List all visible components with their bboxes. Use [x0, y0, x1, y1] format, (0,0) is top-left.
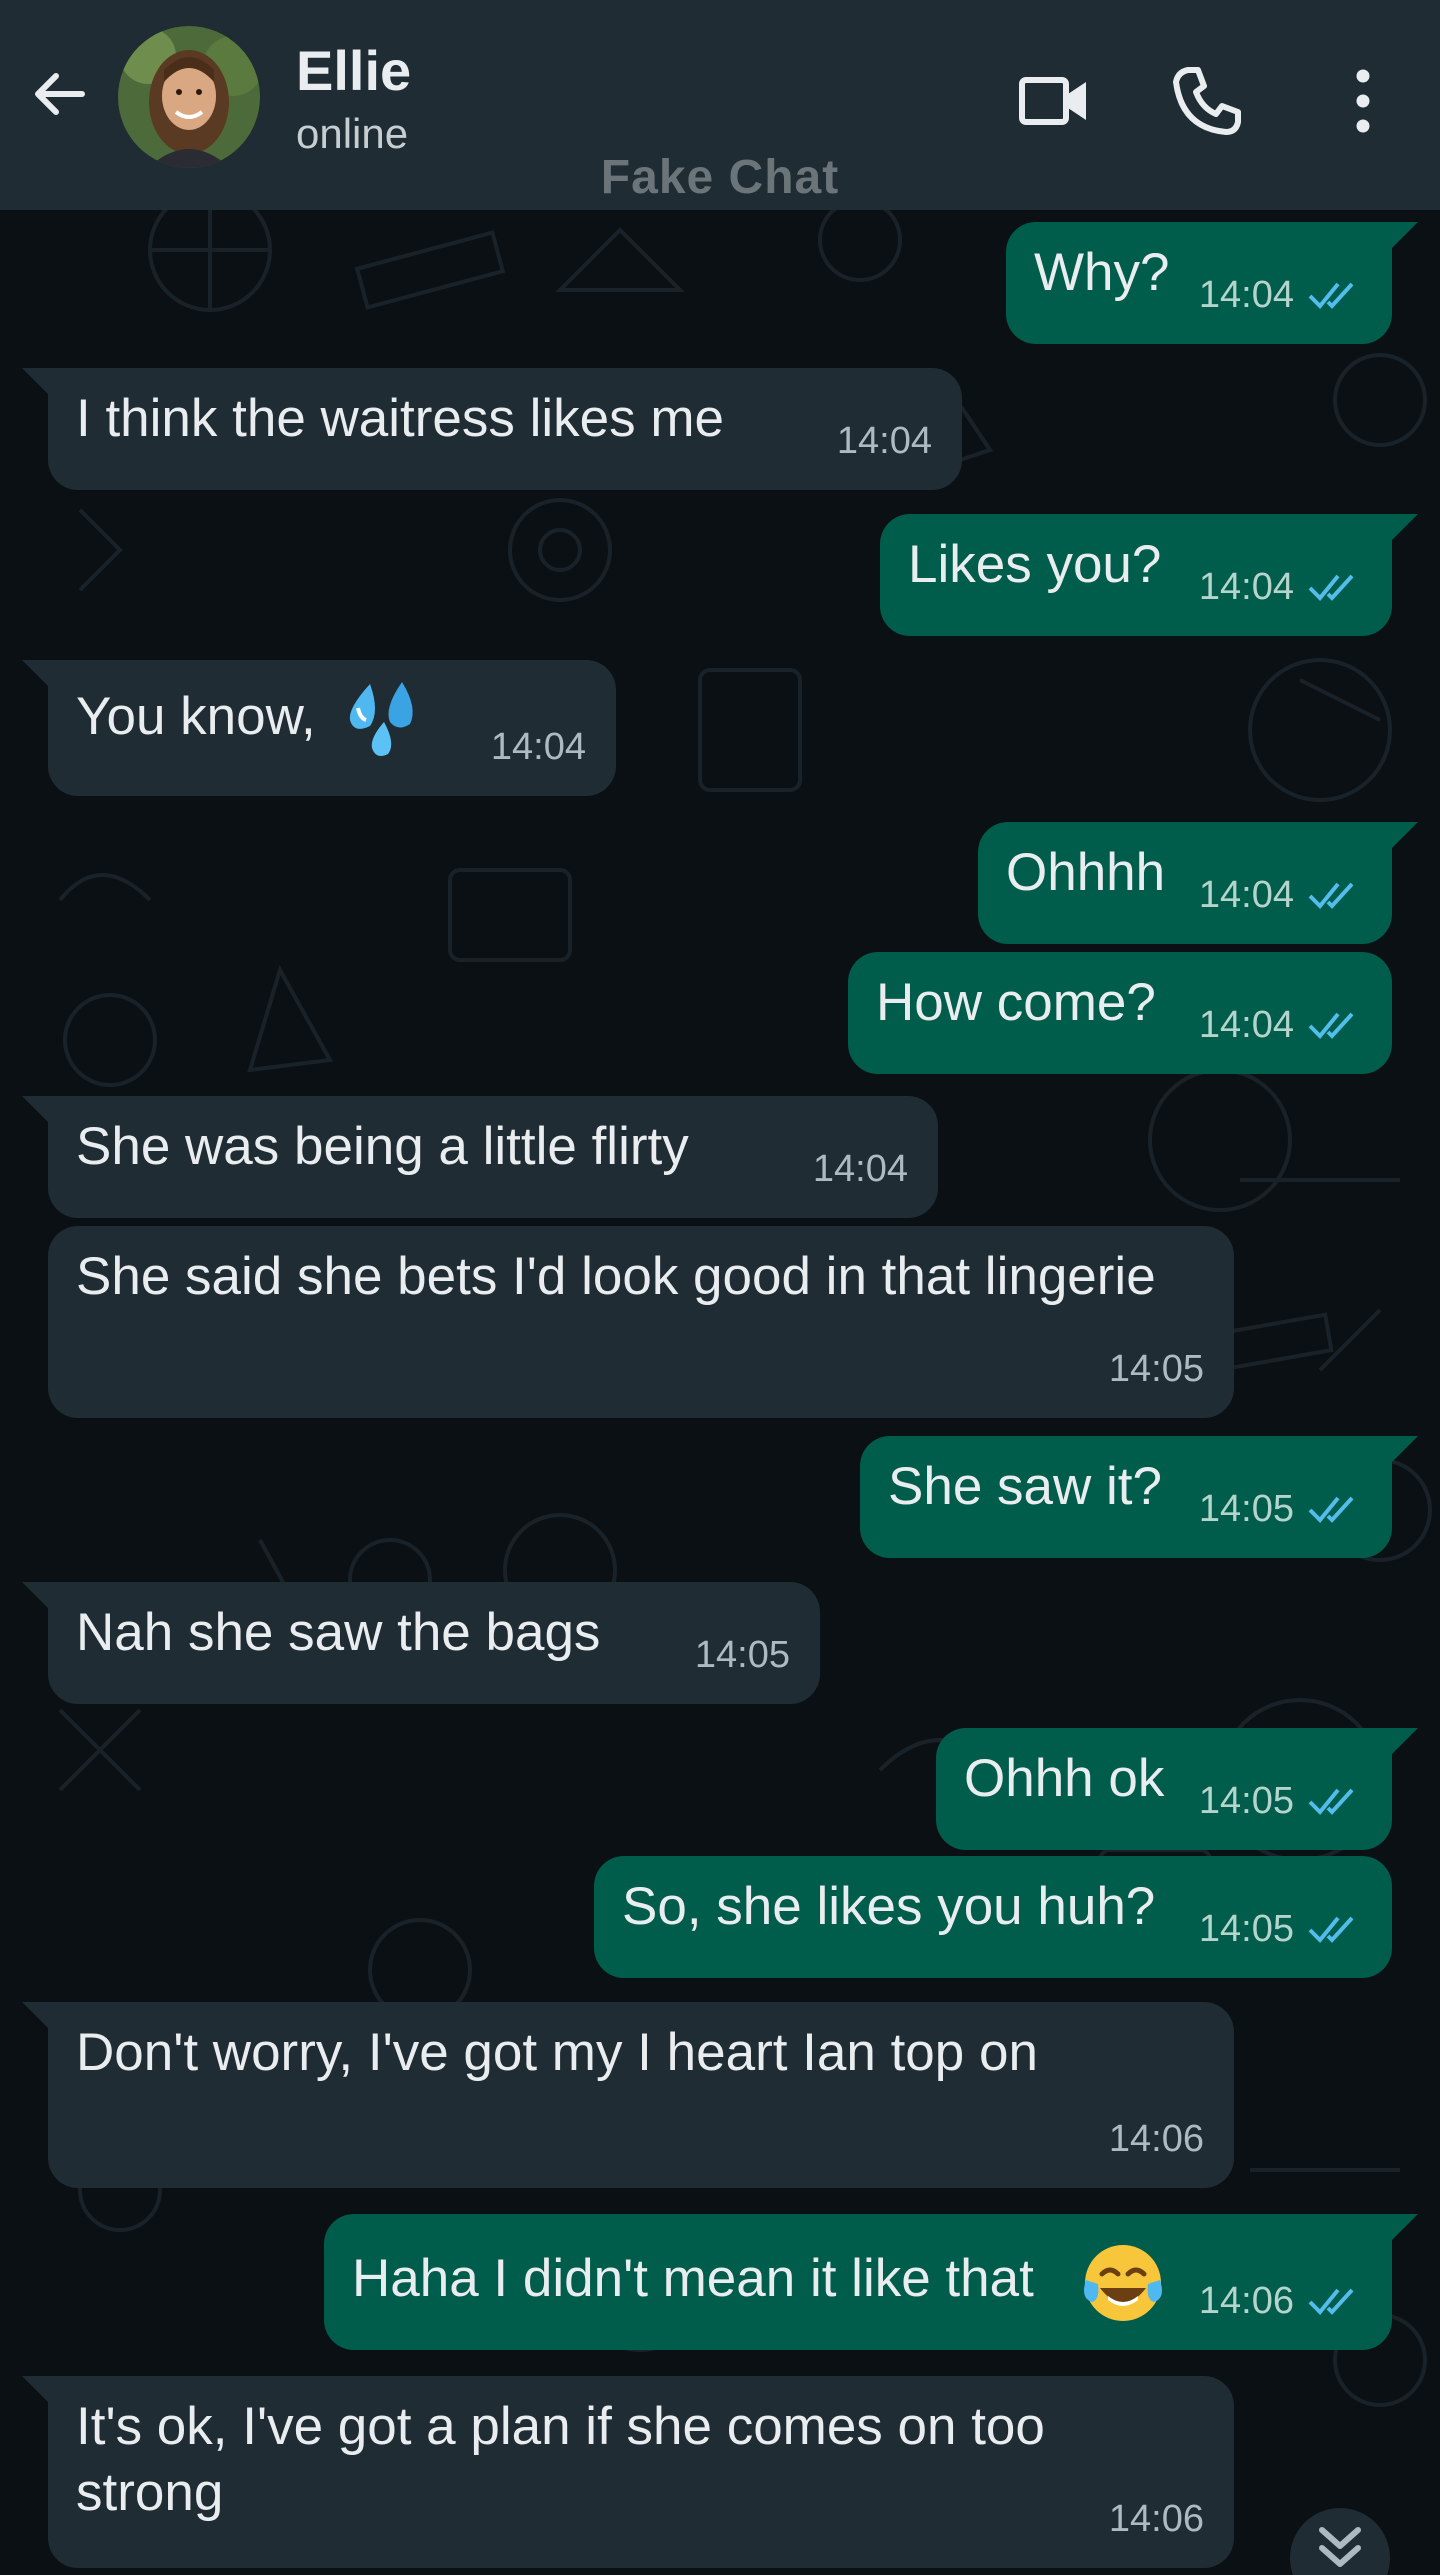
message-time: 14:06	[1108, 2498, 1204, 2540]
double-chevron-down-icon	[1319, 2527, 1361, 2567]
message-text: Why?	[1034, 243, 1170, 302]
tears-of-joy-emoji	[1084, 2245, 1162, 2321]
double-check-read-icon	[1308, 1012, 1354, 1039]
message-bubble-incoming[interactable]: She said she bets I'd look good in that …	[48, 1226, 1234, 1418]
message-bubble-outgoing[interactable]: She saw it? 14:05	[860, 1436, 1418, 1558]
contact-name[interactable]: Ellie	[296, 38, 411, 103]
message-bubble-incoming[interactable]: I think the waitress likes me 14:04	[22, 368, 962, 490]
message-text: Likes you?	[908, 535, 1162, 594]
video-call-icon[interactable]	[1008, 56, 1098, 146]
chat-header: Ellie online Fake Chat	[0, 0, 1440, 210]
chat-area[interactable]: Why? 14:04 I think the waitress likes me…	[0, 210, 1440, 2575]
watermark: Fake Chat	[600, 151, 840, 204]
message-time: 14:04	[1198, 274, 1294, 316]
message-text: She saw it?	[888, 1457, 1162, 1516]
message-bubble-outgoing[interactable]: Why? 14:04	[1006, 222, 1418, 344]
sweat-droplets-emoji	[349, 682, 413, 756]
phone-call-icon[interactable]	[1162, 56, 1252, 146]
double-check-read-icon	[1308, 1788, 1354, 1815]
message-time: 14:06	[1198, 2280, 1294, 2322]
message-bubble-outgoing[interactable]: Ohhhh 14:04	[978, 822, 1418, 944]
message-text: Haha I didn't mean it like that	[352, 2249, 1034, 2308]
message-time: 14:04	[490, 726, 586, 768]
message-text: So, she likes you huh?	[622, 1877, 1156, 1936]
message-bubble-incoming[interactable]: You know, 14:04	[22, 660, 616, 796]
message-bubble-incoming[interactable]: She was being a little flirty 14:04	[22, 1096, 938, 1218]
double-check-read-icon	[1308, 574, 1354, 601]
message-text: She said she bets I'd look good in that …	[76, 1247, 1156, 1306]
message-time: 14:05	[694, 1634, 790, 1676]
double-check-read-icon	[1308, 282, 1354, 309]
message-bubble-outgoing[interactable]: How come? 14:04	[848, 952, 1392, 1074]
double-check-read-icon	[1308, 2288, 1354, 2315]
message-time: 14:04	[836, 420, 932, 462]
message-text: You know,	[76, 687, 316, 746]
message-bubble-incoming[interactable]: Nah she saw the bags 14:05	[22, 1582, 820, 1704]
message-time: 14:04	[1198, 874, 1294, 916]
message-time: 14:05	[1198, 1908, 1294, 1950]
message-time: 14:04	[1198, 1004, 1294, 1046]
message-bubble-incoming[interactable]: Don't worry, I've got my I heart Ian top…	[22, 2002, 1234, 2188]
more-vertical-icon[interactable]	[1318, 56, 1408, 146]
message-bubble-outgoing[interactable]: Haha I didn't mean it like that 14:06	[324, 2214, 1418, 2350]
message-time: 14:04	[1198, 566, 1294, 608]
message-time: 14:04	[812, 1148, 908, 1190]
back-arrow-icon[interactable]	[28, 62, 92, 126]
message-bubble-outgoing[interactable]: Likes you? 14:04	[880, 514, 1418, 636]
double-check-read-icon	[1308, 882, 1354, 909]
message-time: 14:06	[1108, 2118, 1204, 2160]
message-text: How come?	[876, 973, 1156, 1032]
message-time: 14:05	[1198, 1488, 1294, 1530]
double-check-read-icon	[1308, 1916, 1354, 1943]
message-time: 14:05	[1198, 1780, 1294, 1822]
message-text: She was being a little flirty	[76, 1117, 689, 1176]
message-text: Nah she saw the bags	[76, 1603, 601, 1662]
message-bubble-outgoing[interactable]: Ohhh ok 14:05	[936, 1728, 1418, 1850]
message-text: Ohhhh	[1006, 843, 1166, 902]
double-check-read-icon	[1308, 1496, 1354, 1523]
message-bubble-incoming[interactable]: It's ok, I've got a plan if she comes on…	[22, 2376, 1234, 2568]
avatar[interactable]	[118, 26, 260, 168]
message-text: It's ok, I've got a plan if she comes on…	[76, 2397, 1045, 2522]
message-time: 14:05	[1108, 1348, 1204, 1390]
message-text: Ohhh ok	[964, 1749, 1165, 1808]
message-text: I think the waitress likes me	[76, 389, 725, 448]
message-text: Don't worry, I've got my I heart Ian top…	[76, 2023, 1038, 2082]
message-bubble-outgoing[interactable]: So, she likes you huh? 14:05	[594, 1856, 1392, 1978]
scroll-to-bottom-button[interactable]	[1290, 2508, 1390, 2575]
